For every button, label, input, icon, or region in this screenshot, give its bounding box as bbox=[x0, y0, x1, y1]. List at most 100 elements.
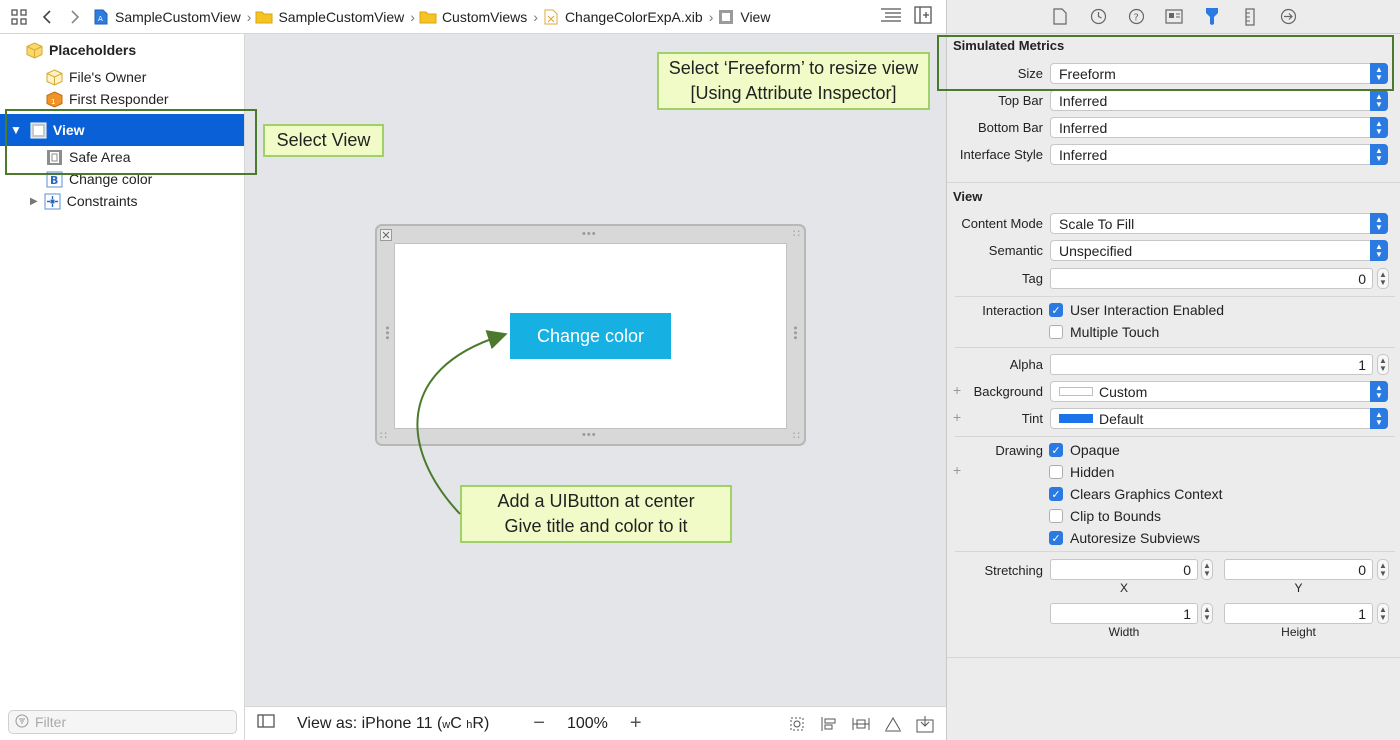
help-inspector-icon[interactable]: ? bbox=[1125, 6, 1147, 28]
breadcrumb-view[interactable]: View bbox=[717, 9, 770, 25]
resize-handle-right[interactable]: ••• bbox=[789, 326, 801, 341]
size-inspector-icon[interactable] bbox=[1239, 6, 1261, 28]
content-mode-value: Scale To Fill bbox=[1059, 215, 1135, 232]
stretch-x-stepper[interactable]: ▲ ▼ bbox=[1201, 559, 1213, 580]
semantic-label: Semantic bbox=[988, 243, 1043, 258]
close-scene-icon[interactable] bbox=[380, 229, 392, 244]
checkbox-label: Clip to Bounds bbox=[1070, 508, 1162, 524]
checkbox-label: Clears Graphics Context bbox=[1070, 486, 1223, 502]
outline-label: Constraints bbox=[66, 193, 138, 209]
lines-icon[interactable] bbox=[880, 7, 902, 26]
view-section-title: View bbox=[953, 189, 983, 204]
tint-swatch bbox=[1059, 414, 1093, 423]
resolve-issues-icon[interactable] bbox=[916, 715, 934, 738]
width-caption: Width bbox=[1108, 625, 1140, 639]
zoom-in-button[interactable]: + bbox=[630, 712, 642, 735]
view-as-label: View as: iPhone 11 bbox=[297, 714, 433, 732]
disclosure-triangle-icon[interactable]: ▶ bbox=[30, 196, 38, 207]
y-caption: Y bbox=[1294, 581, 1303, 595]
embed-in-icon[interactable] bbox=[820, 715, 838, 738]
connections-inspector-icon[interactable] bbox=[1277, 6, 1299, 28]
back-chevron-icon[interactable] bbox=[36, 6, 58, 28]
change-color-button[interactable]: Change color bbox=[510, 313, 671, 359]
popup-arrows-icon: ▲ ▼ bbox=[1370, 213, 1388, 234]
tint-popup[interactable]: Default ▲ ▼ bbox=[1050, 408, 1388, 429]
drawing-label: Drawing bbox=[995, 443, 1043, 458]
view-highlight-box bbox=[5, 109, 257, 175]
related-items-icon[interactable] bbox=[8, 6, 30, 28]
height-caption: Height bbox=[1281, 625, 1316, 639]
identity-inspector-icon[interactable] bbox=[1163, 6, 1185, 28]
sidebar-toggle-icon[interactable] bbox=[257, 714, 275, 733]
checkbox-label: Autoresize Subviews bbox=[1070, 530, 1200, 546]
tag-stepper[interactable]: ▲ ▼ bbox=[1377, 268, 1389, 289]
stretch-x-field[interactable]: 0 bbox=[1050, 559, 1198, 580]
resize-corner[interactable]: ∷ bbox=[380, 431, 388, 442]
folder-icon bbox=[255, 9, 273, 25]
top-bar-popup[interactable]: Inferred ▲ ▼ bbox=[1050, 90, 1388, 111]
checkbox-label: Multiple Touch bbox=[1070, 324, 1160, 340]
stretch-height-stepper[interactable]: ▲ ▼ bbox=[1377, 603, 1389, 624]
alpha-field[interactable]: 1 bbox=[1050, 354, 1373, 375]
resize-handle-bottom[interactable]: ••• bbox=[582, 430, 597, 441]
history-inspector-icon[interactable] bbox=[1087, 6, 1109, 28]
resize-corner[interactable]: ∷ bbox=[793, 431, 801, 442]
update-frames-icon[interactable] bbox=[788, 715, 806, 738]
attributes-inspector-icon[interactable] bbox=[1201, 6, 1223, 28]
checkbox-label: User Interaction Enabled bbox=[1070, 302, 1225, 318]
outline-item-constraints[interactable]: ▶ Constraints bbox=[0, 190, 244, 212]
size-class-h-value: R bbox=[472, 714, 484, 732]
stretch-height-field[interactable]: 1 bbox=[1224, 603, 1373, 624]
view-scene-frame[interactable]: ••• ••• ••• ••• ∷ ∷ ∷ Change color bbox=[375, 224, 806, 446]
file-inspector-icon[interactable] bbox=[1049, 6, 1071, 28]
add-variation-plus-icon[interactable]: + bbox=[953, 462, 961, 478]
content-mode-label: Content Mode bbox=[961, 216, 1043, 231]
resize-handle-top[interactable]: ••• bbox=[582, 229, 597, 240]
outline-item-placeholders[interactable]: Placeholders bbox=[0, 39, 244, 61]
semantic-popup[interactable]: Unspecified ▲ ▼ bbox=[1050, 240, 1388, 261]
zoom-out-button[interactable]: − bbox=[533, 712, 545, 735]
checkmark-icon: ✓ bbox=[1049, 443, 1063, 457]
tag-field[interactable]: 0 bbox=[1050, 268, 1373, 289]
add-editor-icon[interactable] bbox=[914, 6, 932, 27]
opaque-checkbox[interactable]: ✓ Opaque bbox=[1049, 442, 1120, 458]
add-constraints-icon[interactable] bbox=[884, 715, 902, 738]
outline-item-first-responder[interactable]: 1 First Responder bbox=[0, 88, 244, 110]
breadcrumb-group-1[interactable]: SampleCustomView › bbox=[255, 9, 418, 25]
breadcrumb-separator: › bbox=[533, 8, 538, 25]
breadcrumb-project[interactable]: A SampleCustomView › bbox=[92, 9, 255, 25]
stretch-y-stepper[interactable]: ▲ ▼ bbox=[1377, 559, 1389, 580]
content-mode-popup[interactable]: Scale To Fill ▲ ▼ bbox=[1050, 213, 1388, 234]
stretch-width-field[interactable]: 1 bbox=[1050, 603, 1198, 624]
semantic-value: Unspecified bbox=[1059, 242, 1133, 259]
resize-handle-left[interactable]: ••• bbox=[381, 326, 393, 341]
checkbox-label: Hidden bbox=[1070, 464, 1115, 480]
user-interaction-checkbox[interactable]: ✓ User Interaction Enabled bbox=[1049, 302, 1224, 318]
resize-corner[interactable]: ∷ bbox=[793, 229, 801, 240]
forward-chevron-icon[interactable] bbox=[64, 6, 86, 28]
alpha-stepper[interactable]: ▲ ▼ bbox=[1377, 354, 1389, 375]
view-as-device[interactable]: View as: iPhone 11 (wC hR) bbox=[297, 715, 489, 733]
breadcrumb-file[interactable]: ChangeColorExpA.xib › bbox=[542, 9, 717, 25]
checkbox-empty-icon bbox=[1049, 509, 1063, 523]
align-icon[interactable] bbox=[852, 715, 870, 738]
multiple-touch-checkbox[interactable]: Multiple Touch bbox=[1049, 324, 1159, 340]
size-highlight-box bbox=[937, 35, 1394, 91]
stretch-y-field[interactable]: 0 bbox=[1224, 559, 1373, 580]
breadcrumb-group-2[interactable]: CustomViews › bbox=[419, 9, 542, 25]
background-popup[interactable]: Custom ▲ ▼ bbox=[1050, 381, 1388, 402]
interaction-label: Interaction bbox=[982, 303, 1043, 318]
zoom-level: 100% bbox=[566, 714, 608, 732]
outline-item-files-owner[interactable]: File's Owner bbox=[0, 66, 244, 88]
hidden-checkbox[interactable]: Hidden bbox=[1049, 464, 1114, 480]
filter-field[interactable]: Filter bbox=[8, 710, 237, 734]
interface-style-popup[interactable]: Inferred ▲ ▼ bbox=[1050, 144, 1388, 165]
stretch-width-stepper[interactable]: ▲ ▼ bbox=[1201, 603, 1213, 624]
bottom-bar-popup[interactable]: Inferred ▲ ▼ bbox=[1050, 117, 1388, 138]
clears-graphics-checkbox[interactable]: ✓ Clears Graphics Context bbox=[1049, 486, 1223, 502]
clip-to-bounds-checkbox[interactable]: Clip to Bounds bbox=[1049, 508, 1161, 524]
autoresize-checkbox[interactable]: ✓ Autoresize Subviews bbox=[1049, 530, 1200, 546]
svg-text:A: A bbox=[98, 15, 103, 23]
view-content[interactable]: Change color bbox=[394, 243, 787, 429]
alpha-label: Alpha bbox=[1009, 357, 1043, 372]
